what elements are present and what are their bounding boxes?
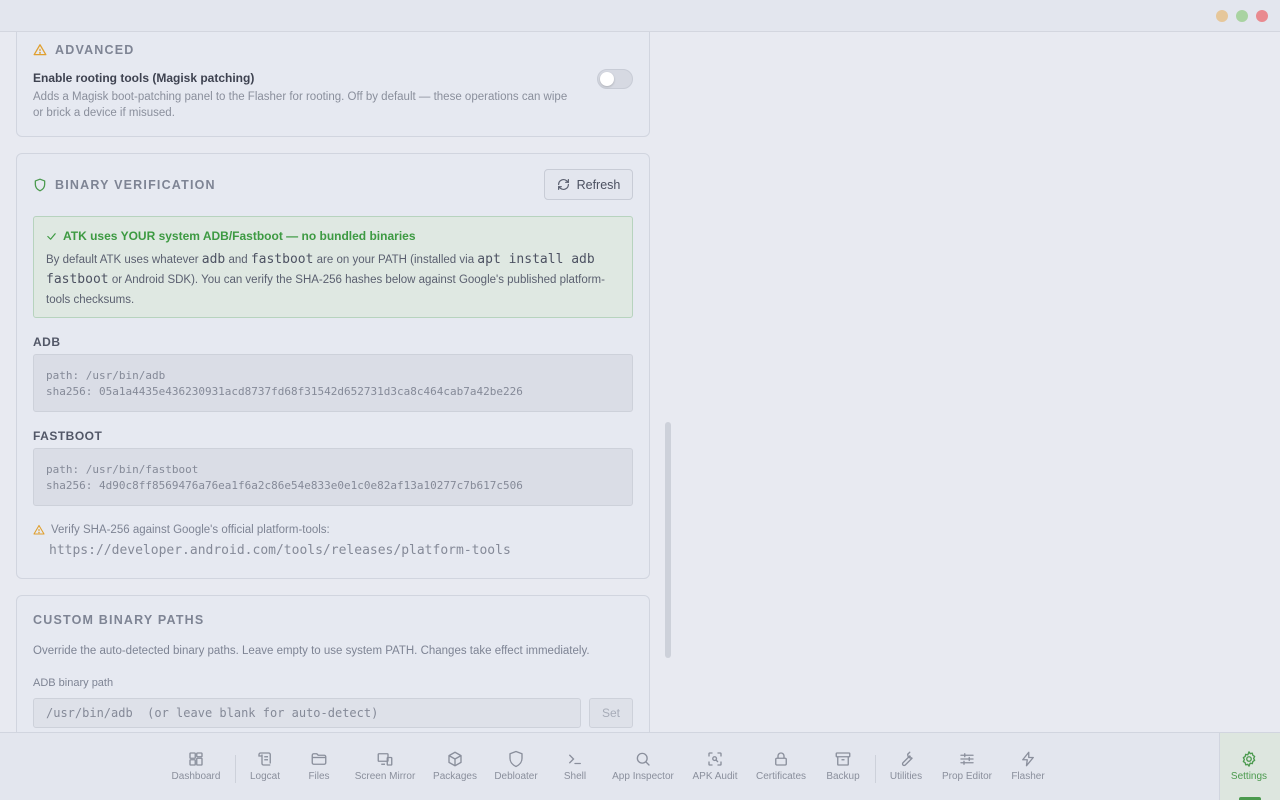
nav-label: Prop Editor [941, 771, 993, 782]
notice-heading: ATK uses YOUR system ADB/Fastboot — no b… [46, 229, 416, 243]
refresh-icon [557, 179, 569, 190]
nav-label: Certificates [755, 771, 806, 782]
wrench-icon [901, 751, 913, 767]
bottom-navigation: Dashboard Logcat Files Screen Mirror Pac… [0, 732, 1280, 800]
nav-settings[interactable]: Settings [1214, 750, 1280, 782]
sliders-icon [960, 753, 974, 765]
nav-label: Settings [1230, 771, 1268, 782]
binary-verification-title: BINARY VERIFICATION [33, 178, 216, 192]
close-button[interactable] [1256, 10, 1268, 22]
notice-text: and [225, 254, 251, 266]
refresh-button[interactable]: Refresh [544, 169, 633, 200]
adb-label: ADB [33, 335, 61, 349]
rooting-toggle[interactable] [597, 69, 633, 89]
nav-screen-mirror[interactable]: Screen Mirror [350, 750, 420, 782]
nav-label: Flasher [1011, 771, 1045, 782]
nav-utilities[interactable]: Utilities [871, 750, 941, 782]
nav-shell[interactable]: Shell [540, 750, 610, 782]
terminal-icon [569, 754, 581, 765]
minimize-button[interactable] [1216, 10, 1228, 22]
search-icon [636, 752, 650, 766]
nav-label: Debloater [494, 771, 538, 782]
binary-verification-title-text: BINARY VERIFICATION [55, 178, 216, 192]
rooting-setting-description: Adds a Magisk boot-patching panel to the… [33, 91, 568, 119]
nav-label: APK Audit [692, 771, 738, 782]
nav-label: Files [308, 771, 330, 782]
nav-label: Screen Mirror [354, 771, 416, 782]
scan-icon [708, 752, 722, 766]
monitor-icon [377, 753, 393, 766]
adb-path-label: ADB binary path [33, 677, 114, 689]
nav-dashboard[interactable]: Dashboard [161, 750, 231, 782]
nav-files[interactable]: Files [284, 750, 354, 782]
content-scrollbar[interactable] [665, 422, 671, 658]
notice-text: are on your PATH (installed via [313, 254, 478, 266]
dashboard-icon [189, 752, 203, 766]
notice-body: By default ATK uses whatever adb and fas… [46, 250, 624, 310]
notice-code-adb: adb [201, 252, 226, 267]
nav-certificates[interactable]: Certificates [746, 750, 816, 782]
folder-icon [311, 753, 327, 765]
nav-label: Backup [826, 771, 860, 782]
custom-paths-title-text: CUSTOM BINARY PATHS [33, 613, 205, 627]
platform-tools-url[interactable]: https://developer.android.com/tools/rele… [49, 543, 511, 558]
nav-label: Utilities [889, 771, 923, 782]
scroll-icon [258, 752, 271, 766]
verify-note: Verify SHA-256 against Google's official… [33, 524, 330, 536]
adb-path-input[interactable] [33, 698, 581, 728]
notice-text: By default ATK uses whatever [46, 254, 202, 266]
check-icon [47, 232, 56, 240]
system-binaries-notice: ATK uses YOUR system ADB/Fastboot — no b… [33, 216, 633, 318]
advanced-title: ADVANCED [33, 43, 135, 57]
nav-label: Packages [433, 771, 477, 782]
nav-apk-audit[interactable]: APK Audit [680, 750, 750, 782]
notice-text: or Android SDK). You can verify the SHA-… [46, 274, 605, 306]
rooting-setting-label: Enable rooting tools (Magisk patching) [33, 71, 255, 85]
settings-content: ADVANCED Enable rooting tools (Magisk pa… [0, 32, 1280, 732]
maximize-button[interactable] [1236, 10, 1248, 22]
warning-icon [33, 524, 45, 535]
package-icon [448, 751, 462, 767]
nav-packages[interactable]: Packages [420, 750, 490, 782]
fastboot-info-box: path: /usr/bin/fastboot sha256: 4d90c8ff… [33, 448, 633, 506]
nav-backup[interactable]: Backup [808, 750, 878, 782]
shield-check-icon [34, 178, 46, 192]
refresh-label: Refresh [576, 177, 621, 192]
notice-title: ATK uses YOUR system ADB/Fastboot — no b… [63, 229, 416, 243]
toggle-knob [600, 72, 614, 86]
adb-info-box: path: /usr/bin/adb sha256: 05a1a4435e436… [33, 354, 633, 412]
archive-icon [835, 752, 851, 766]
nav-label: Dashboard [171, 771, 221, 782]
gear-icon [1242, 751, 1256, 767]
advanced-card: ADVANCED Enable rooting tools (Magisk pa… [16, 32, 650, 137]
warning-icon [33, 44, 47, 56]
binary-verification-card: BINARY VERIFICATION Refresh ATK uses YOU… [16, 153, 650, 579]
nav-label: Logcat [249, 771, 281, 782]
fastboot-label: FASTBOOT [33, 429, 103, 443]
nav-flasher[interactable]: Flasher [993, 750, 1063, 782]
verify-text: Verify SHA-256 against Google's official… [51, 524, 330, 536]
nav-prop-editor[interactable]: Prop Editor [932, 750, 1002, 782]
shield-icon [509, 750, 523, 768]
advanced-title-text: ADVANCED [55, 43, 135, 57]
set-adb-path-button[interactable]: Set [589, 698, 633, 728]
zap-icon [1022, 751, 1034, 767]
custom-paths-card: CUSTOM BINARY PATHS Override the auto-de… [16, 595, 650, 732]
notice-code-fastboot: fastboot [250, 252, 314, 267]
title-bar [0, 0, 1280, 32]
nav-label: App Inspector [612, 771, 674, 782]
nav-label: Shell [563, 771, 587, 782]
nav-app-inspector[interactable]: App Inspector [608, 750, 678, 782]
lock-icon [775, 752, 787, 766]
custom-paths-description: Override the auto-detected binary paths.… [33, 645, 590, 657]
custom-paths-title: CUSTOM BINARY PATHS [33, 613, 204, 627]
